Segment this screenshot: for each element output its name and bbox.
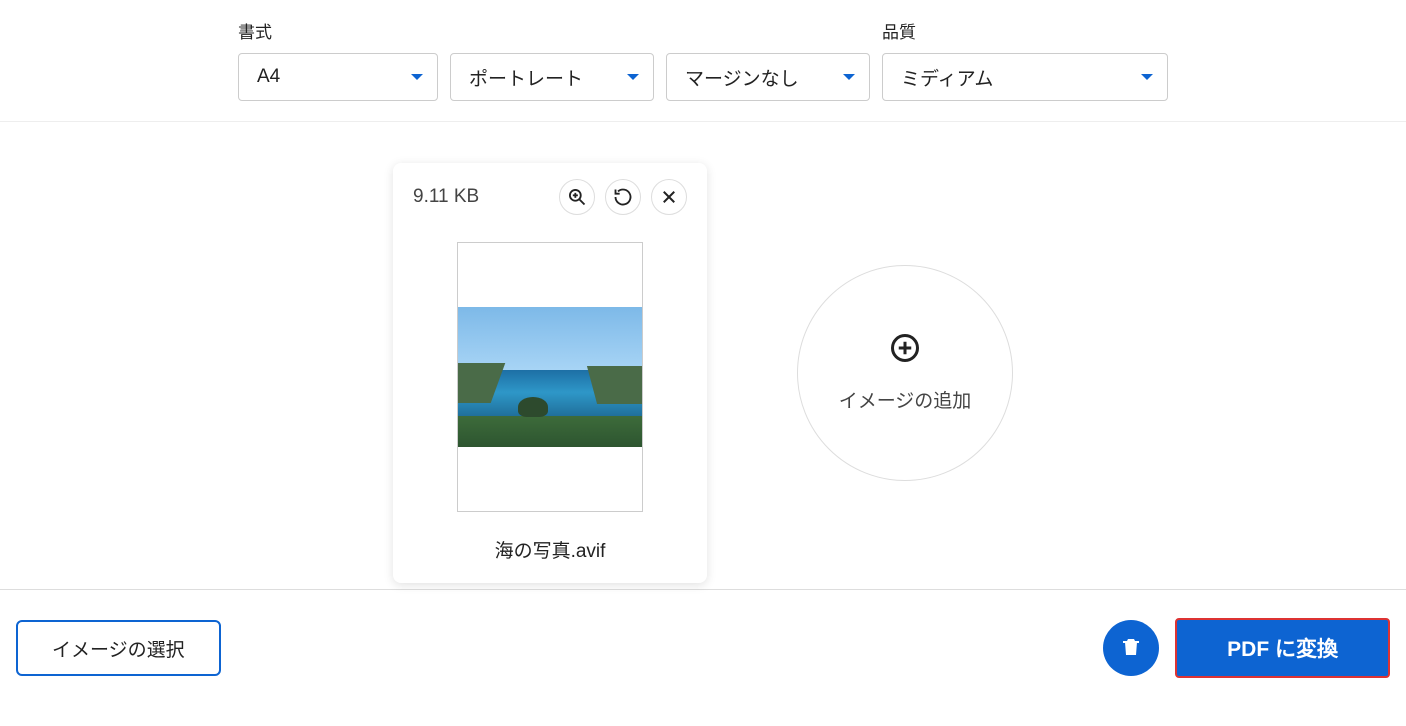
- page-thumbnail: [457, 242, 643, 512]
- paper-size-value: A4: [257, 66, 280, 88]
- page-preview: [413, 239, 687, 516]
- select-images-button[interactable]: イメージの選択: [16, 620, 221, 676]
- format-label: 書式: [238, 18, 870, 43]
- card-header: 9.11 KB: [413, 179, 687, 215]
- paper-size-dropdown[interactable]: A4: [238, 53, 438, 101]
- card-actions: [559, 179, 687, 215]
- image-card[interactable]: 9.11 KB 海の写真.avif: [393, 163, 707, 583]
- convert-to-pdf-button[interactable]: PDF に変換: [1175, 618, 1390, 678]
- format-group: 書式 A4 ポートレート マージンなし: [238, 18, 870, 101]
- chevron-down-icon: [411, 74, 423, 80]
- orientation-dropdown[interactable]: ポートレート: [450, 53, 654, 101]
- quality-group: 品質 ミディアム: [882, 18, 1168, 101]
- quality-dropdown[interactable]: ミディアム: [882, 53, 1168, 101]
- filename-label: 海の写真.avif: [413, 536, 687, 563]
- add-image-label: イメージの追加: [839, 386, 972, 413]
- photo-thumbnail: [458, 307, 642, 447]
- margin-value: マージンなし: [685, 64, 799, 91]
- right-actions: PDF に変換: [1103, 618, 1390, 678]
- add-image-button[interactable]: イメージの追加: [797, 265, 1013, 481]
- workspace: 9.11 KB 海の写真.avif: [0, 122, 1406, 590]
- quality-value: ミディアム: [901, 64, 993, 91]
- chevron-down-icon: [843, 74, 855, 80]
- rotate-icon[interactable]: [605, 179, 641, 215]
- delete-button[interactable]: [1103, 620, 1159, 676]
- plus-circle-icon: [890, 333, 920, 368]
- chevron-down-icon: [627, 74, 639, 80]
- file-size-label: 9.11 KB: [413, 186, 479, 208]
- settings-bar: 書式 A4 ポートレート マージンなし 品質 ミディアム: [0, 0, 1406, 122]
- bottom-bar: イメージの選択 PDF に変換: [0, 590, 1406, 678]
- margin-dropdown[interactable]: マージンなし: [666, 53, 870, 101]
- chevron-down-icon: [1141, 74, 1153, 80]
- zoom-in-icon[interactable]: [559, 179, 595, 215]
- orientation-value: ポートレート: [469, 64, 583, 91]
- quality-label: 品質: [882, 18, 1168, 43]
- close-icon[interactable]: [651, 179, 687, 215]
- trash-icon: [1119, 635, 1143, 662]
